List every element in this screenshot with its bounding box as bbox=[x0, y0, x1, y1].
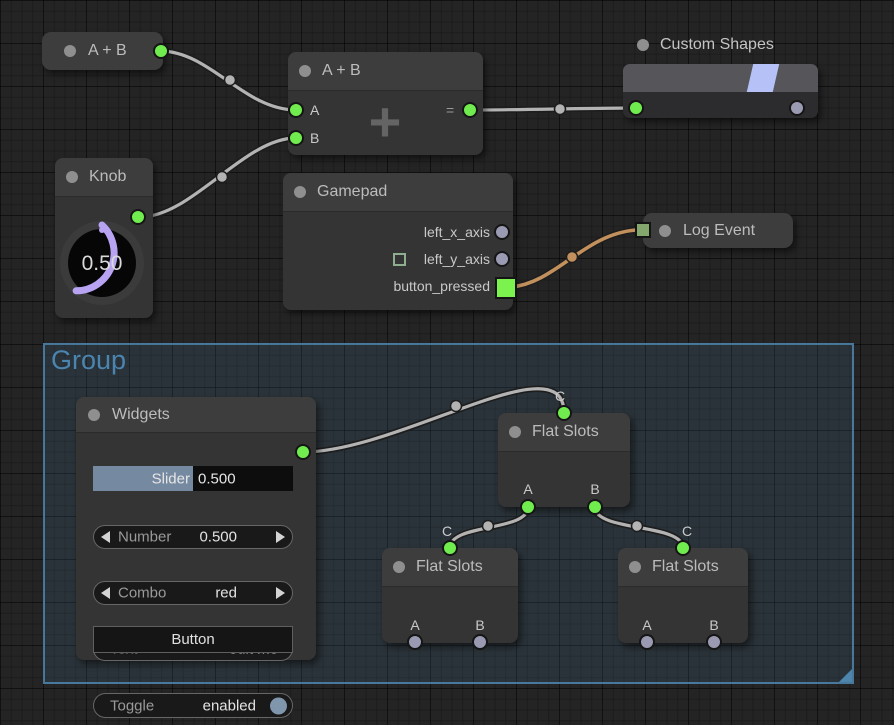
node-title: Log Event bbox=[683, 222, 755, 240]
knob-dial[interactable] bbox=[55, 158, 153, 318]
node-add-collapsed[interactable]: A + B bbox=[42, 32, 163, 70]
node-title: Flat Slots bbox=[416, 558, 483, 576]
node-title: Gamepad bbox=[317, 183, 387, 201]
toggle-dot[interactable] bbox=[270, 697, 287, 714]
input-label-b: B bbox=[310, 130, 319, 146]
collapse-dot-icon[interactable] bbox=[659, 225, 671, 237]
node-gamepad[interactable]: Gamepad left_x_axis left_y_axis button_p… bbox=[283, 173, 513, 310]
link-reroute-dot[interactable] bbox=[555, 104, 566, 115]
slider-label: Slider bbox=[152, 470, 190, 487]
number-value: 0.500 bbox=[199, 529, 237, 546]
link-reroute-dot[interactable] bbox=[632, 521, 643, 532]
output-port-a[interactable] bbox=[520, 499, 536, 515]
node-title: Flat Slots bbox=[532, 423, 599, 441]
number-label: Number bbox=[118, 529, 171, 546]
button-widget[interactable]: Button bbox=[93, 626, 293, 653]
output-port-a[interactable] bbox=[407, 634, 423, 650]
link-add-to-customshapes[interactable] bbox=[470, 108, 637, 110]
output-port-a[interactable] bbox=[639, 634, 655, 650]
knob-value: 0.50 bbox=[82, 252, 123, 276]
output-label-left-x-axis: left_x_axis bbox=[424, 224, 490, 240]
node-titlebar[interactable]: A + B bbox=[288, 52, 483, 91]
slider-value: 0.500 bbox=[198, 470, 236, 487]
toggle-label: Toggle bbox=[110, 697, 154, 714]
decrement-arrow-icon[interactable] bbox=[101, 531, 110, 543]
output-port[interactable] bbox=[153, 43, 169, 59]
output-port[interactable] bbox=[789, 100, 805, 116]
custom-shape-parallelogram bbox=[746, 64, 779, 92]
output-port[interactable] bbox=[462, 102, 478, 118]
output-port[interactable] bbox=[295, 444, 311, 460]
output-port-left-y-axis[interactable] bbox=[494, 251, 510, 267]
node-custom-shapes[interactable] bbox=[623, 64, 818, 118]
input-port[interactable] bbox=[628, 100, 644, 116]
link-reroute-dot[interactable] bbox=[451, 401, 462, 412]
increment-arrow-icon[interactable] bbox=[276, 531, 285, 543]
input-port-a[interactable] bbox=[288, 102, 304, 118]
collapse-dot-icon[interactable] bbox=[393, 561, 405, 573]
slot-label-c: C bbox=[555, 388, 565, 404]
event-input-port[interactable] bbox=[635, 222, 651, 238]
output-label-left-y-axis: left_y_axis bbox=[424, 251, 490, 267]
slot-label-c: C bbox=[442, 523, 452, 539]
output-label-equals: = bbox=[446, 102, 454, 118]
combo-label: Combo bbox=[118, 585, 166, 602]
link-reroute-dot[interactable] bbox=[225, 75, 236, 86]
link-reroute-dot[interactable] bbox=[483, 521, 494, 532]
node-title: A + B bbox=[322, 62, 361, 80]
node-titlebar[interactable]: Gamepad bbox=[283, 173, 513, 212]
output-label-b: B bbox=[590, 481, 599, 497]
node-widgets[interactable]: Widgets Slider 0.500 Number 0.500 Combo … bbox=[76, 397, 316, 660]
node-titlebar[interactable]: Widgets bbox=[76, 397, 316, 433]
slot-label-c: C bbox=[682, 523, 692, 539]
node-flat-slots-right[interactable]: Flat Slots A B bbox=[618, 548, 748, 643]
prev-option-arrow-icon[interactable] bbox=[101, 587, 110, 599]
input-port-b[interactable] bbox=[288, 130, 304, 146]
plus-operator-icon: + bbox=[369, 94, 402, 150]
output-label-b: B bbox=[475, 617, 484, 633]
input-port-c[interactable] bbox=[442, 540, 458, 556]
slider-widget[interactable]: Slider 0.500 bbox=[93, 466, 293, 491]
node-knob[interactable]: Knob 0.50 bbox=[55, 158, 153, 318]
combo-widget[interactable]: Combo red bbox=[93, 581, 293, 605]
output-label-a: A bbox=[410, 617, 419, 633]
collapse-dot-icon[interactable] bbox=[509, 426, 521, 438]
node-graph-canvas[interactable]: Group bbox=[0, 0, 894, 725]
input-port-c[interactable] bbox=[556, 405, 572, 421]
input-label-a: A bbox=[310, 102, 319, 118]
event-output-port[interactable] bbox=[495, 277, 517, 299]
output-port-b[interactable] bbox=[472, 634, 488, 650]
node-add[interactable]: A + B A B = + bbox=[288, 52, 483, 155]
collapse-dot-icon[interactable] bbox=[299, 65, 311, 77]
number-widget[interactable]: Number 0.500 bbox=[93, 525, 293, 549]
output-label-b: B bbox=[709, 617, 718, 633]
output-port-b[interactable] bbox=[587, 499, 603, 515]
node-flat-slots-left[interactable]: Flat Slots A B bbox=[382, 548, 518, 643]
combo-value: red bbox=[215, 585, 237, 602]
node-log-event[interactable]: Log Event bbox=[643, 213, 793, 248]
node-title: A + B bbox=[88, 42, 127, 60]
output-label-a: A bbox=[523, 481, 532, 497]
output-label-a: A bbox=[642, 617, 651, 633]
node-title: Widgets bbox=[112, 406, 170, 424]
collapse-dot-icon[interactable] bbox=[637, 39, 649, 51]
collapse-dot-icon[interactable] bbox=[629, 561, 641, 573]
link-reroute-dot[interactable] bbox=[217, 172, 228, 183]
node-title: Flat Slots bbox=[652, 558, 719, 576]
output-port-b[interactable] bbox=[706, 634, 722, 650]
toggle-widget[interactable]: Toggle enabled bbox=[93, 693, 293, 718]
input-port-c[interactable] bbox=[675, 540, 691, 556]
next-option-arrow-icon[interactable] bbox=[276, 587, 285, 599]
output-port-left-x-axis[interactable] bbox=[494, 224, 510, 240]
collapse-dot-icon[interactable] bbox=[294, 186, 306, 198]
collapse-dot-icon[interactable] bbox=[64, 45, 76, 57]
toggle-value: enabled bbox=[203, 697, 256, 714]
link-reroute-dot[interactable] bbox=[567, 252, 578, 263]
custom-shape-bar bbox=[623, 64, 818, 92]
value-box-icon bbox=[393, 253, 406, 266]
node-flat-slots-mid[interactable]: Flat Slots A B bbox=[498, 413, 630, 507]
collapse-dot-icon[interactable] bbox=[88, 409, 100, 421]
custom-shapes-title: Custom Shapes bbox=[660, 36, 774, 54]
output-label-button-pressed: button_pressed bbox=[393, 278, 490, 294]
